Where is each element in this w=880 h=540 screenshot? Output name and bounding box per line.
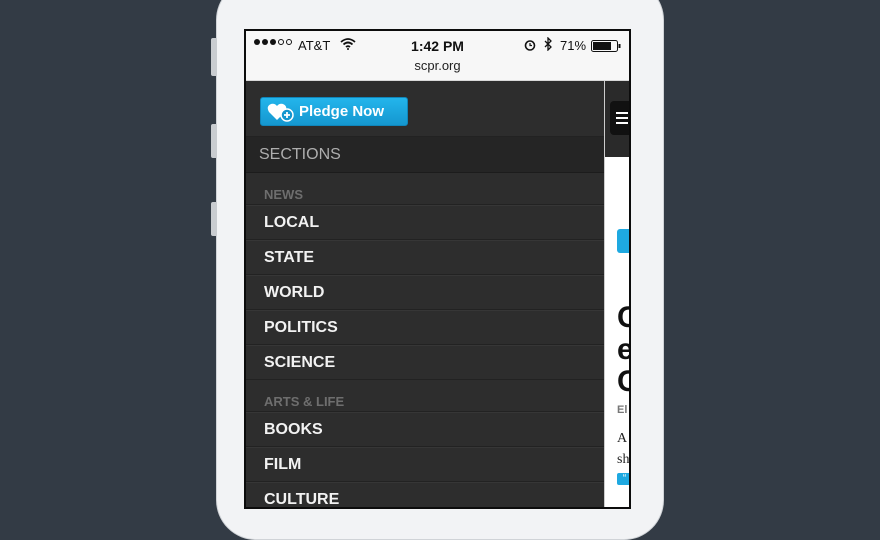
group-label-arts-life: ARTS & LIFE (246, 380, 604, 412)
page-content-peek[interactable]: C e C El A sh w “ (604, 81, 630, 507)
byline-fragment: El (617, 404, 628, 416)
status-bar: AT&T 1:42 PM 71% scpr.org (246, 31, 629, 81)
menu-toggle-button[interactable] (610, 101, 629, 135)
headline-fragment: C (617, 301, 629, 335)
alarm-icon (524, 40, 536, 51)
phone-screen: AT&T 1:42 PM 71% scpr.org Pledge Now SEC… (244, 29, 631, 509)
navigation-drawer: Pledge Now SECTIONS NEWS LOCAL STATE WOR… (246, 81, 604, 507)
menu-item-film[interactable]: FILM (246, 447, 604, 482)
body-fragment: A (617, 431, 628, 446)
menu-item-local[interactable]: LOCAL (246, 205, 604, 240)
headline-fragment: C (617, 365, 629, 399)
battery-icon (591, 40, 621, 52)
menu-item-science[interactable]: SCIENCE (246, 345, 604, 380)
hamburger-icon (616, 112, 628, 127)
volume-down-button (211, 202, 217, 236)
menu-item-world[interactable]: WORLD (246, 275, 604, 310)
group-label-news: NEWS (246, 173, 604, 205)
heart-plus-icon (267, 103, 294, 122)
menu-item-culture[interactable]: CULTURE (246, 482, 604, 507)
pledge-now-button[interactable]: Pledge Now (260, 97, 408, 126)
content-header (605, 81, 629, 157)
volume-up-button (211, 124, 217, 158)
content-tab[interactable] (617, 229, 629, 253)
menu-item-politics[interactable]: POLITICS (246, 310, 604, 345)
pledge-area: Pledge Now (246, 81, 604, 137)
address-bar-url[interactable]: scpr.org (246, 58, 629, 73)
sections-header: SECTIONS (246, 137, 604, 173)
menu-item-books[interactable]: BOOKS (246, 412, 604, 447)
menu-item-state[interactable]: STATE (246, 240, 604, 275)
quote-icon: “ (617, 473, 629, 485)
pledge-label: Pledge Now (299, 103, 385, 120)
bluetooth-icon (544, 37, 552, 51)
headline-fragment: e (617, 333, 629, 367)
battery-percentage: 71% (560, 38, 587, 53)
mute-switch (211, 38, 217, 76)
body-fragment: sh (617, 452, 630, 467)
